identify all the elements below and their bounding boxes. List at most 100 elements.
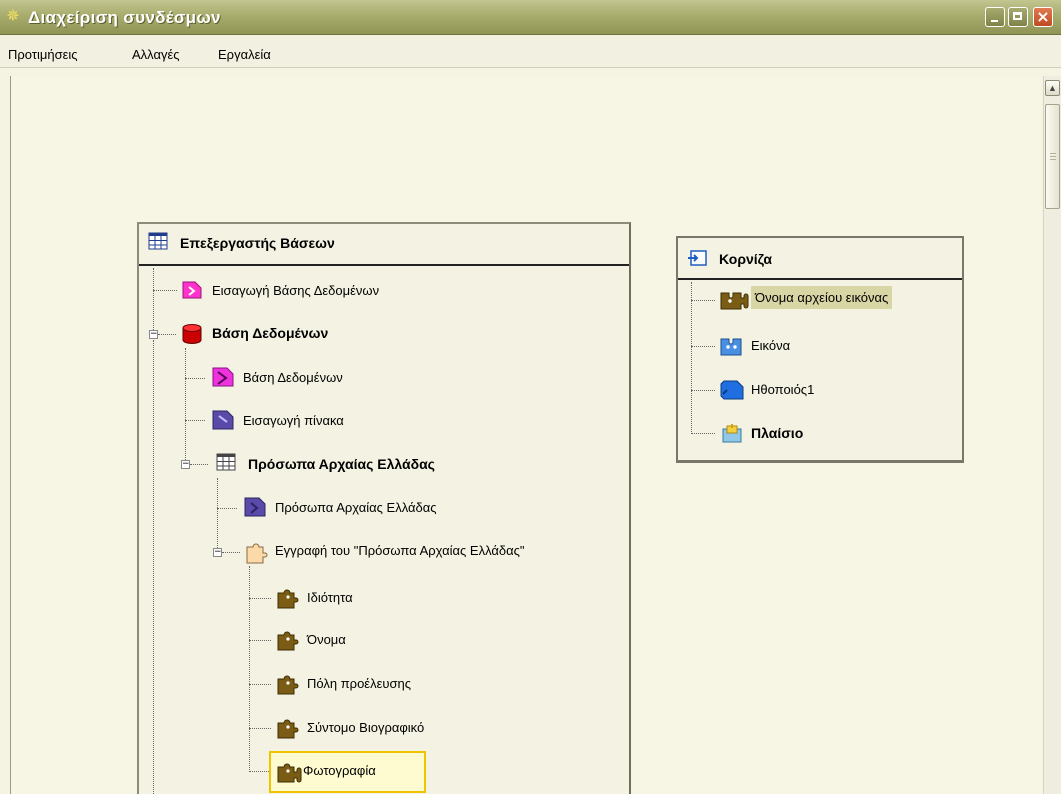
menu-tools[interactable]: Εργαλεία bbox=[218, 47, 271, 62]
menu-preferences[interactable]: Προτιμήσεις bbox=[8, 47, 78, 62]
tree-line bbox=[691, 300, 715, 301]
tree-item-import-db[interactable]: Εισαγωγή Βάσης Δεδομένων bbox=[180, 279, 379, 301]
frame-item-label: Εικόνα bbox=[751, 337, 791, 353]
brown-puzzle-icon bbox=[275, 672, 299, 695]
table-grid-icon bbox=[148, 232, 172, 254]
purple-connector-icon bbox=[243, 496, 267, 518]
tree-item-label: Εισαγωγή πίνακα bbox=[243, 412, 344, 428]
grip-line bbox=[1050, 156, 1056, 157]
frame-item-label: Ηθοποιός1 bbox=[751, 381, 815, 397]
menu-bar: Προτιμήσεις Αλλαγές Εργαλεία bbox=[0, 35, 1061, 68]
tree-line bbox=[249, 598, 271, 599]
tree-item-label: Εγγραφή του "Πρόσωπα Αρχαίας Ελλάδας" bbox=[275, 542, 525, 558]
maximize-button[interactable] bbox=[1008, 7, 1028, 27]
frame-header: Κορνίζα bbox=[687, 248, 772, 270]
tree-line bbox=[222, 552, 240, 553]
brown-puzzle-icon bbox=[275, 759, 302, 783]
panel-title: Κορνίζα bbox=[719, 251, 772, 267]
tree-line bbox=[249, 566, 250, 770]
magenta-connector-icon bbox=[211, 366, 235, 388]
brown-puzzle-icon bbox=[719, 287, 749, 309]
frame-item-image[interactable]: Εικόνα bbox=[719, 334, 790, 356]
frame-item-image-name[interactable]: Όνομα αρχείου εικόνας bbox=[719, 286, 893, 309]
grip-line bbox=[1050, 153, 1056, 154]
pink-connector-icon bbox=[180, 279, 204, 301]
purple-connector-icon bbox=[211, 409, 235, 431]
tree-line bbox=[158, 334, 176, 335]
tree-line bbox=[185, 420, 205, 421]
tree-line bbox=[249, 728, 271, 729]
tree-item-label: Πρόσωπα Αρχαίας Ελλάδας bbox=[275, 499, 437, 515]
window-title: Διαχείριση συνδέσμων bbox=[28, 8, 221, 27]
tree-line bbox=[217, 478, 218, 552]
table-grid-icon bbox=[216, 453, 240, 475]
frame-item-actor[interactable]: Ηθοποιός1 bbox=[719, 378, 814, 400]
tree-line bbox=[185, 378, 205, 379]
panel-divider bbox=[678, 278, 962, 280]
vertical-scrollbar[interactable]: ▲ bbox=[1043, 76, 1061, 794]
tree-item-table-child[interactable]: Πρόσωπα Αρχαίας Ελλάδας bbox=[243, 496, 437, 518]
brown-puzzle-icon bbox=[275, 628, 299, 651]
tree-line bbox=[217, 508, 237, 509]
panel-divider bbox=[139, 264, 629, 266]
tree-line bbox=[185, 348, 186, 460]
tree-item-label: Βάση Δεδομένων bbox=[243, 369, 343, 385]
tree-line bbox=[249, 640, 271, 641]
scroll-thumb[interactable] bbox=[1045, 104, 1060, 209]
tree-item-label: Πόλη προέλευσης bbox=[307, 675, 412, 691]
sticky-frame-icon bbox=[719, 422, 743, 444]
red-cylinder-icon bbox=[180, 322, 204, 344]
app-icon: ✵ bbox=[6, 8, 20, 25]
tree-item-database[interactable]: Βάση Δεδομένων bbox=[180, 322, 328, 344]
tree-item-field-property[interactable]: Ιδιότητα bbox=[275, 586, 353, 609]
tree-line bbox=[249, 684, 271, 685]
close-icon: × bbox=[1036, 7, 1050, 26]
tree-item-database-child[interactable]: Βάση Δεδομένων bbox=[211, 366, 343, 388]
tree-item-table[interactable]: Πρόσωπα Αρχαίας Ελλάδας bbox=[216, 453, 435, 475]
tree-line bbox=[190, 464, 208, 465]
frame-import-icon bbox=[687, 248, 711, 270]
tree-item-label: Φωτογραφία bbox=[303, 762, 376, 778]
close-button[interactable]: × bbox=[1033, 7, 1053, 27]
minimize-icon bbox=[991, 20, 998, 22]
tree-item-import-table[interactable]: Εισαγωγή πίνακα bbox=[211, 409, 344, 431]
title-bar: ✵ Διαχείριση συνδέσμων × bbox=[0, 0, 1061, 35]
brown-puzzle-icon bbox=[275, 716, 299, 739]
tree-line bbox=[153, 340, 154, 794]
tree-line bbox=[153, 290, 177, 291]
blue-connector-icon bbox=[719, 378, 744, 400]
tree-line bbox=[691, 433, 715, 434]
menu-changes[interactable]: Αλλαγές bbox=[132, 47, 180, 62]
tree-item-field-city[interactable]: Πόλη προέλευσης bbox=[275, 672, 412, 695]
tree-line bbox=[691, 282, 692, 434]
tree-item-label: Σύντομο Βιογραφικό bbox=[307, 719, 425, 735]
frame-item-label: Πλαίσιο bbox=[751, 425, 804, 441]
scroll-up-button[interactable]: ▲ bbox=[1045, 80, 1060, 96]
tree-line bbox=[691, 390, 715, 391]
collapse-toggle[interactable]: − bbox=[181, 460, 190, 469]
grip-line bbox=[1050, 159, 1056, 160]
tree-item-label: Ιδιότητα bbox=[307, 589, 353, 605]
tree-line bbox=[249, 771, 271, 772]
blue-puzzle-icon bbox=[719, 334, 743, 356]
tree-item-label: Πρόσωπα Αρχαίας Ελλάδας bbox=[248, 456, 435, 472]
minimize-button[interactable] bbox=[985, 7, 1005, 27]
collapse-toggle[interactable]: − bbox=[213, 548, 222, 557]
tree-item-field-bio[interactable]: Σύντομο Βιογραφικό bbox=[275, 716, 425, 739]
frame-item-box[interactable]: Πλαίσιο bbox=[719, 422, 803, 444]
collapse-toggle[interactable]: − bbox=[149, 330, 158, 339]
maximize-icon bbox=[1013, 12, 1022, 20]
panel-title: Επεξεργαστής Βάσεων bbox=[180, 235, 335, 251]
tree-item-label: Βάση Δεδομένων bbox=[212, 325, 329, 341]
tree-line bbox=[153, 268, 154, 332]
tree-item-field-photo[interactable]: Φωτογραφία bbox=[275, 759, 376, 783]
tree-item-label: Όνομα bbox=[307, 631, 346, 647]
frame-item-label: Όνομα αρχείου εικόνας bbox=[751, 286, 893, 309]
brown-puzzle-icon bbox=[275, 586, 299, 609]
tree-item-record[interactable]: Εγγραφή του "Πρόσωπα Αρχαίας Ελλάδας" bbox=[243, 539, 525, 564]
db-editor-header: Επεξεργαστής Βάσεων bbox=[148, 232, 335, 254]
tree-item-label: Εισαγωγή Βάσης Δεδομένων bbox=[212, 282, 380, 298]
peach-puzzle-icon bbox=[243, 539, 268, 564]
tree-item-field-name[interactable]: Όνομα bbox=[275, 628, 346, 651]
tree-line bbox=[691, 346, 715, 347]
